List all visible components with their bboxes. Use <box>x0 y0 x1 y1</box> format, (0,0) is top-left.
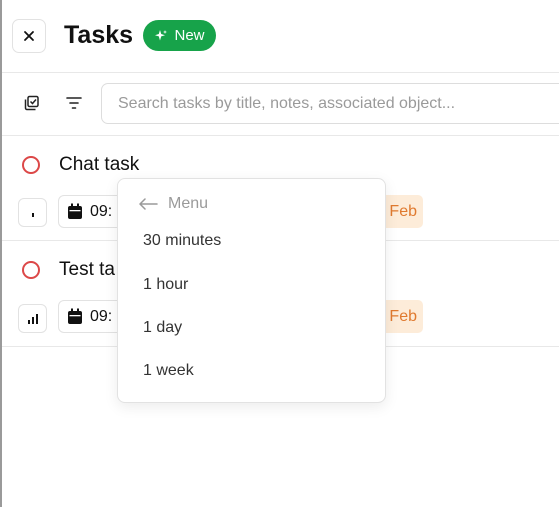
menu-back-button[interactable]: Menu <box>138 195 208 213</box>
sparkle-icon <box>155 29 168 40</box>
calendar-icon <box>68 308 82 324</box>
filter-button[interactable] <box>60 89 88 117</box>
checkbox-icon <box>24 95 39 111</box>
page-title: Tasks <box>64 21 134 49</box>
new-button-label: New <box>174 27 205 44</box>
select-tasks-button[interactable] <box>18 89 46 117</box>
header-divider <box>2 72 559 73</box>
task-title[interactable]: Test ta <box>59 258 115 282</box>
new-button[interactable]: New <box>143 20 216 51</box>
window-edge <box>0 0 2 507</box>
priority-low-icon <box>31 213 34 217</box>
menu-item-1-week[interactable]: 1 week <box>143 361 194 381</box>
task-complete-toggle[interactable] <box>22 261 40 279</box>
priority-button[interactable] <box>18 198 47 227</box>
task-complete-toggle[interactable] <box>22 156 40 174</box>
priority-button[interactable] <box>18 304 47 333</box>
calendar-icon <box>68 203 82 219</box>
menu-back-label: Menu <box>168 195 209 212</box>
snooze-menu: Menu 30 minutes 1 hour 1 day 1 week <box>117 178 386 403</box>
filter-icon <box>66 97 82 109</box>
due-time: 09: <box>90 307 113 325</box>
toolbar-divider <box>2 135 559 136</box>
priority-bars-icon <box>27 313 38 324</box>
arrow-left-icon <box>139 198 158 210</box>
close-icon <box>24 31 34 41</box>
menu-item-1-day[interactable]: 1 day <box>143 318 182 338</box>
task-title[interactable]: Chat task <box>59 153 139 177</box>
menu-item-30-minutes[interactable]: 30 minutes <box>143 231 221 251</box>
search-input[interactable] <box>101 83 559 124</box>
menu-item-1-hour[interactable]: 1 hour <box>143 275 188 295</box>
due-time: 09: <box>90 202 113 220</box>
close-button[interactable] <box>12 19 46 53</box>
